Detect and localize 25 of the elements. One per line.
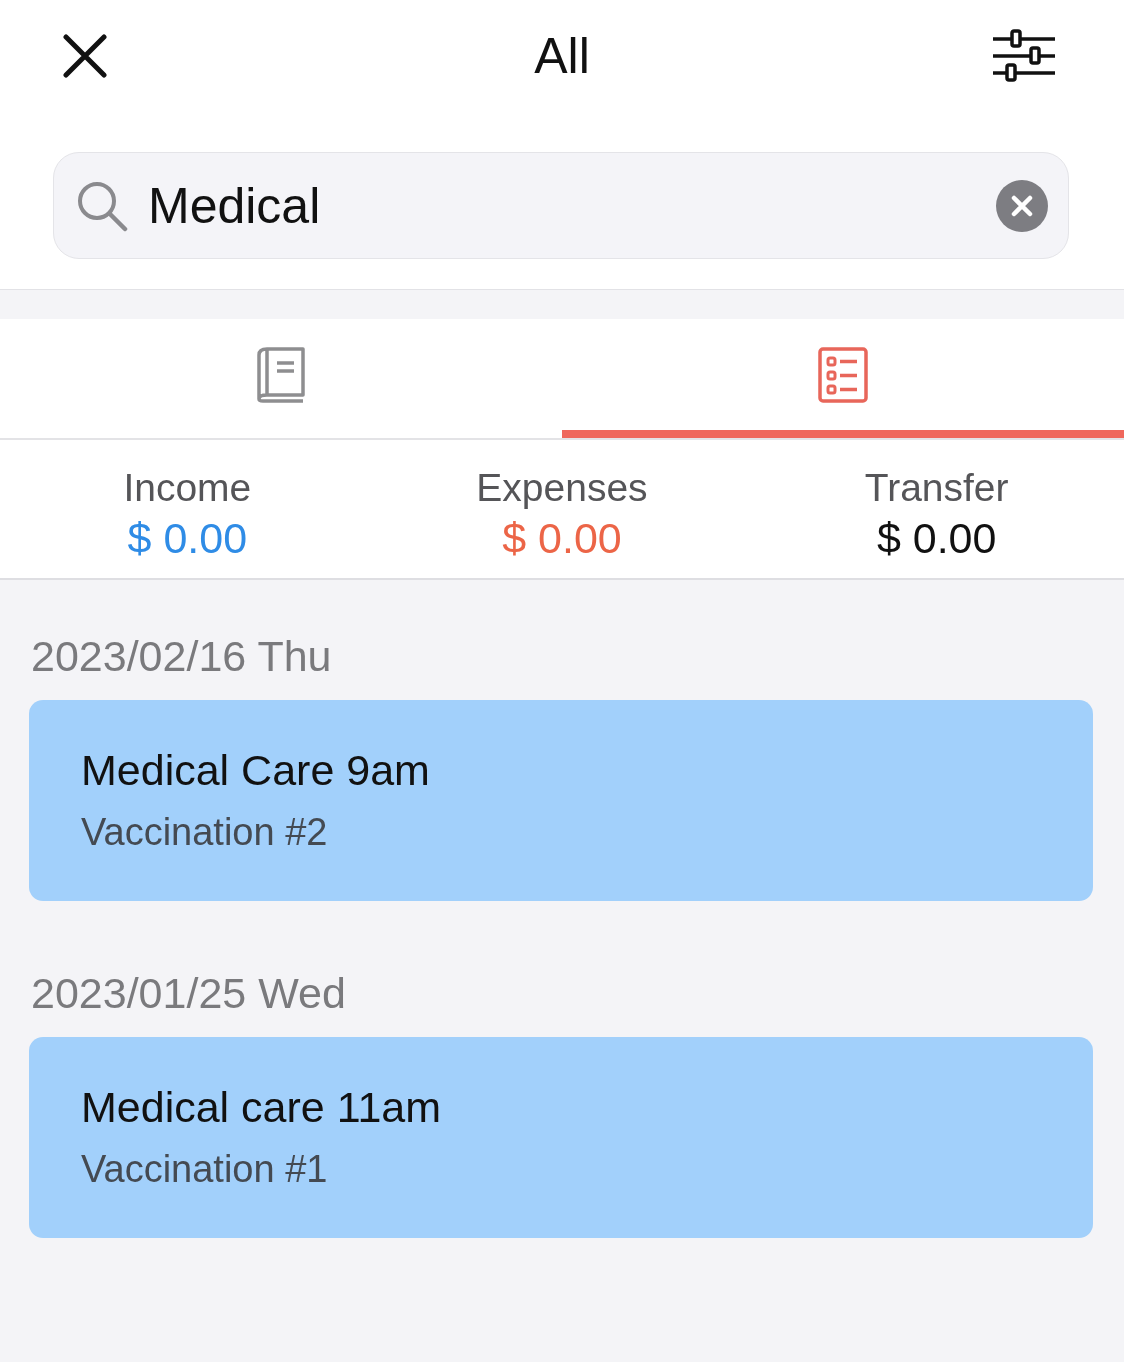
summary-amount: $ 0.00 <box>127 513 248 563</box>
list-icon <box>818 346 868 403</box>
date-header: 2023/01/25 Wed <box>30 969 347 1017</box>
event-title: Medical Care 9am <box>81 746 431 794</box>
book-icon <box>257 346 305 403</box>
search-icon <box>76 179 128 232</box>
event-card[interactable]: Medical Care 9am Vaccination #2 <box>29 700 1093 901</box>
close-icon <box>63 34 107 78</box>
screen-title: All <box>533 28 591 84</box>
clear-button[interactable] <box>996 179 1048 232</box>
event-note: Vaccination #2 <box>81 811 329 853</box>
summary-label: Income <box>123 465 252 511</box>
date-header: 2023/02/16 Thu <box>30 632 333 680</box>
event-title: Medical care 11am <box>81 1083 443 1131</box>
summary-amount: $ 0.00 <box>502 513 622 563</box>
summary-amount: $ 0.00 <box>876 513 997 563</box>
search-field[interactable]: Medical <box>53 152 1069 259</box>
close-button[interactable] <box>62 33 108 79</box>
event-card[interactable]: Medical care 11am Vaccination #1 <box>29 1037 1093 1238</box>
sliders-icon <box>993 29 1055 83</box>
event-note: Vaccination #1 <box>81 1148 329 1190</box>
filter-button[interactable] <box>992 28 1056 84</box>
summary-label: Expenses <box>476 465 648 511</box>
summary-label: Transfer <box>864 465 1009 511</box>
clear-icon <box>996 179 1048 232</box>
